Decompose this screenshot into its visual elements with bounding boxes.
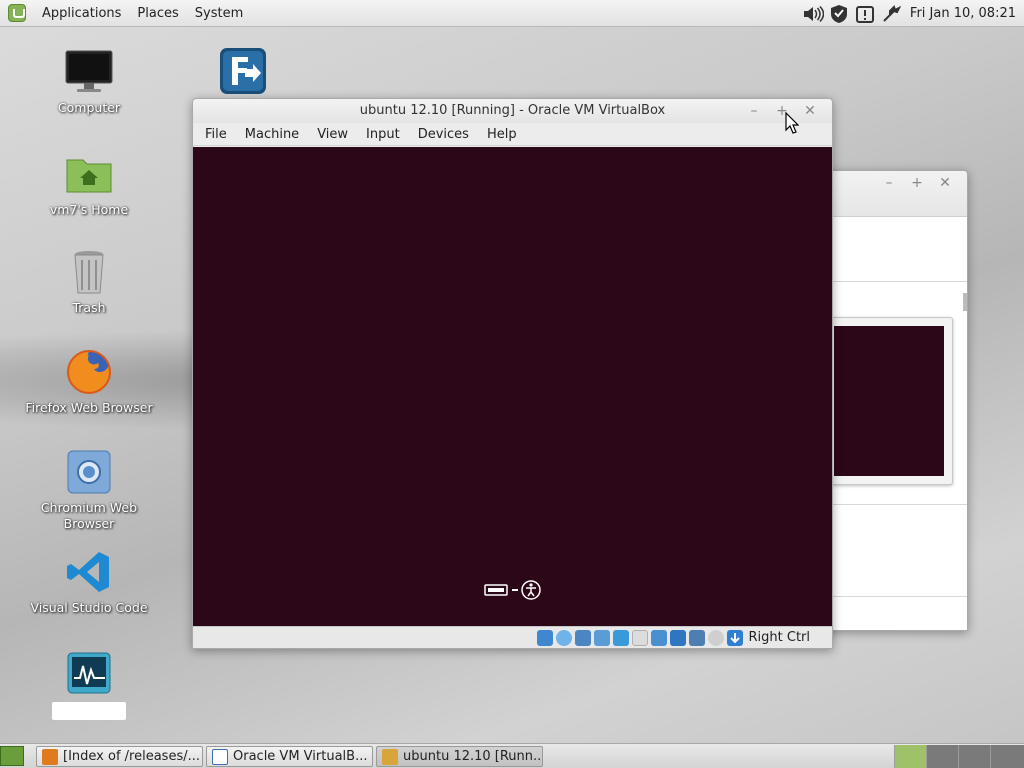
desktop-icon-vscode[interactable]: Visual Studio Code	[24, 548, 154, 616]
audio-icon[interactable]	[575, 629, 591, 646]
vm-preview-screen	[834, 326, 944, 476]
mint-menu-icon[interactable]	[8, 4, 26, 22]
workspace-2[interactable]	[926, 745, 958, 768]
trash-icon	[65, 248, 113, 296]
optical-drive-icon[interactable]	[556, 629, 572, 646]
taskbar-task-ubuntu-vm[interactable]: ubuntu 12.10 [Runn...	[376, 746, 543, 767]
taskbar: [Index of /releases/... Oracle VM Virtua…	[0, 743, 1024, 768]
hard-disk-icon[interactable]	[537, 629, 553, 646]
workspace-4[interactable]	[990, 745, 1024, 768]
usb-icon[interactable]	[613, 629, 629, 646]
close-button[interactable]: ✕	[796, 99, 824, 123]
show-desktop-button[interactable]	[0, 746, 24, 766]
mouse-integration-icon[interactable]	[708, 629, 724, 646]
menu-applications[interactable]: Applications	[34, 6, 129, 21]
update-icon[interactable]	[854, 3, 876, 25]
shared-folders-icon[interactable]	[632, 629, 648, 646]
vbox-menubar: File Machine View Input Devices Help	[193, 123, 832, 146]
shield-icon[interactable]	[828, 3, 850, 25]
menu-places[interactable]: Places	[129, 6, 186, 21]
desktop-icon-computer[interactable]: Computer	[24, 48, 154, 116]
accessibility-icon[interactable]	[521, 580, 541, 600]
home-folder-icon	[65, 150, 113, 198]
volume-icon[interactable]	[802, 3, 824, 25]
menu-help[interactable]: Help	[478, 127, 526, 142]
clock[interactable]: Fri Jan 10, 08:21	[904, 6, 1024, 21]
vm-preview[interactable]	[831, 317, 953, 485]
vscode-icon	[65, 548, 113, 596]
chromium-icon	[65, 448, 113, 496]
taskbar-task-virtualbox[interactable]: Oracle VM VirtualB...	[206, 746, 373, 767]
mouse-pointer-icon	[785, 111, 800, 134]
menu-view[interactable]: View	[308, 127, 357, 142]
firefox-icon	[42, 749, 58, 765]
top-panel: Applications Places System Fri Jan 10, 0…	[0, 0, 1024, 27]
firefox-icon	[65, 348, 113, 396]
menu-machine[interactable]: Machine	[236, 127, 308, 142]
host-key-icon[interactable]	[727, 629, 743, 646]
separator-dash	[512, 589, 518, 591]
system-tray: Fri Jan 10, 08:21	[800, 0, 1024, 27]
host-key-label: Right Ctrl	[748, 630, 811, 645]
menu-devices[interactable]: Devices	[409, 127, 478, 142]
display-icon[interactable]	[651, 629, 667, 646]
desktop-icon-firefox[interactable]: Firefox Web Browser	[24, 348, 154, 416]
taskbar-task-firefox[interactable]: [Index of /releases/...	[36, 746, 203, 767]
filezilla-icon[interactable]	[219, 47, 267, 95]
keyboard-icon[interactable]	[484, 583, 508, 597]
video-capture-icon[interactable]	[670, 629, 686, 646]
virtualbox-icon	[212, 749, 228, 765]
system-monitor-icon	[65, 650, 113, 698]
window-title: ubuntu 12.10 [Running] - Oracle VM Virtu…	[359, 103, 666, 118]
rename-field[interactable]	[52, 702, 126, 720]
workspace-3[interactable]	[958, 745, 990, 768]
monitor-icon	[65, 48, 113, 96]
network-adapter-icon[interactable]	[594, 629, 610, 646]
workspace-1[interactable]	[894, 745, 926, 768]
vm-display[interactable]	[193, 147, 832, 627]
bg-close-button[interactable]: ✕	[931, 171, 959, 195]
desktop-icon-chromium[interactable]: Chromium Web Browser	[24, 448, 154, 532]
minimize-button[interactable]: –	[740, 99, 768, 123]
desktop-icon-monitor[interactable]	[24, 650, 154, 720]
menu-system[interactable]: System	[187, 6, 251, 21]
bg-scrollbar[interactable]	[963, 293, 967, 311]
vbox-vm-window[interactable]: ubuntu 12.10 [Running] - Oracle VM Virtu…	[192, 98, 833, 649]
virtualbox-vm-icon	[382, 749, 398, 765]
desktop-icon-home[interactable]: vm7's Home	[24, 150, 154, 218]
desktop-icon-trash[interactable]: Trash	[24, 248, 154, 316]
menu-file[interactable]: File	[196, 127, 236, 142]
network-icon[interactable]	[880, 3, 902, 25]
bg-maximize-button[interactable]: +	[903, 171, 931, 195]
vbox-titlebar[interactable]: ubuntu 12.10 [Running] - Oracle VM Virtu…	[193, 99, 832, 123]
bg-minimize-button[interactable]: –	[875, 171, 903, 195]
menu-input[interactable]: Input	[357, 127, 409, 142]
virtualization-icon[interactable]	[689, 629, 705, 646]
vbox-statusbar: Right Ctrl	[193, 626, 832, 648]
